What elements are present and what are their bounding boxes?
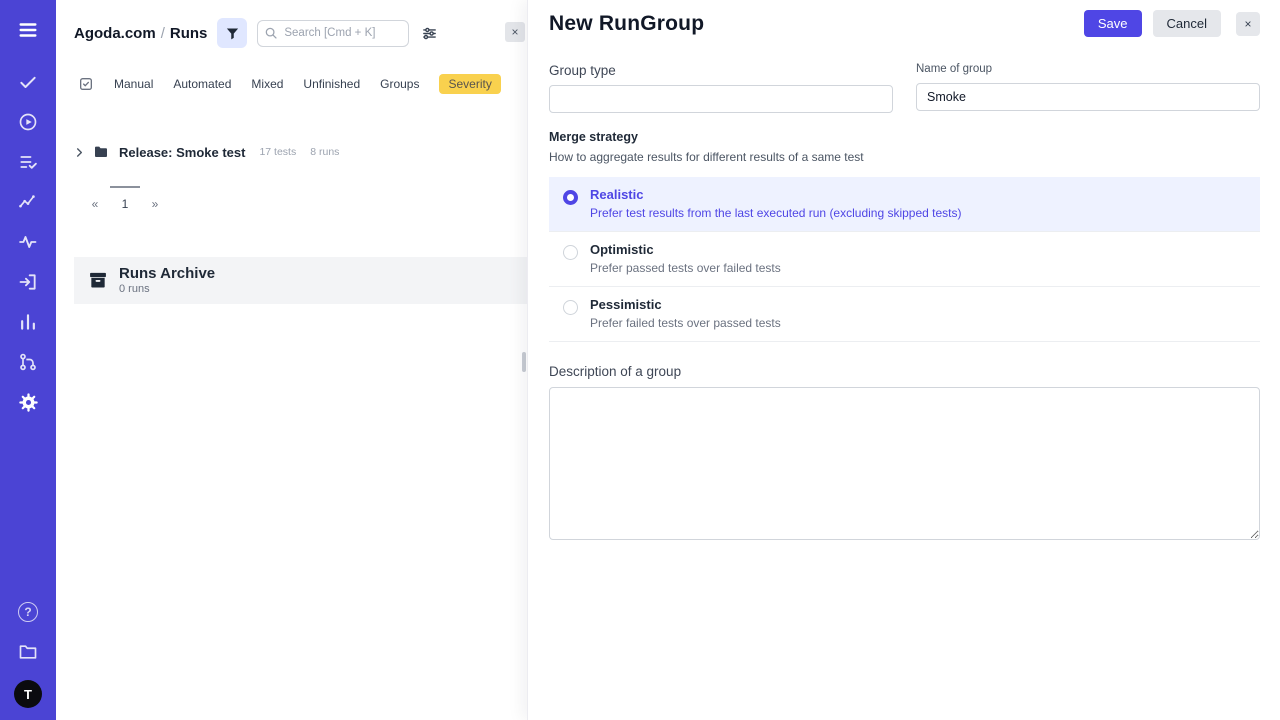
run-group-title[interactable]: Release: Smoke test [119, 145, 245, 160]
strategy-description: Prefer test results from the last execut… [590, 206, 962, 220]
runs-filter-tabs: Manual Automated Mixed Unfinished Groups… [56, 48, 527, 94]
group-type-label: Group type [549, 63, 893, 78]
strategy-description: Prefer passed tests over failed tests [590, 261, 781, 275]
git-branch-icon[interactable] [12, 346, 44, 378]
archive-box-icon [88, 270, 108, 290]
strategy-text: Pessimistic Prefer failed tests over pas… [590, 297, 781, 330]
tab-groups[interactable]: Groups [380, 77, 419, 91]
name-field: Name of group [916, 63, 1260, 113]
drawer-header: New RunGroup Save Cancel × [549, 10, 1260, 37]
pagination-prev[interactable]: « [80, 186, 110, 211]
tab-unfinished[interactable]: Unfinished [303, 77, 360, 91]
chevron-right-icon[interactable] [74, 147, 85, 158]
reports-bar-chart-icon[interactable] [12, 306, 44, 338]
runs-panel-close-button[interactable]: × [505, 22, 525, 42]
description-label: Description of a group [549, 364, 1260, 379]
drawer-close-button[interactable]: × [1236, 12, 1260, 36]
archive-subtitle: 0 runs [119, 283, 215, 295]
radio-selected-icon[interactable] [563, 190, 578, 205]
import-icon[interactable] [12, 266, 44, 298]
breadcrumb: Agoda.com/Runs [74, 25, 207, 42]
save-button[interactable]: Save [1084, 10, 1142, 37]
strategy-text: Optimistic Prefer passed tests over fail… [590, 242, 781, 275]
sidebar: ? T [0, 0, 56, 720]
select-runs-icon[interactable] [78, 76, 94, 92]
pagination-next[interactable]: » [140, 186, 170, 211]
run-group-tree-row[interactable]: Release: Smoke test 17 tests 8 runs [56, 140, 527, 164]
strategy-title: Optimistic [590, 242, 781, 257]
pagination-page-1[interactable]: 1 [110, 186, 140, 211]
sidebar-nav [12, 66, 44, 418]
strategy-title: Pessimistic [590, 297, 781, 312]
group-type-field: Group type [549, 63, 893, 113]
breadcrumb-separator: / [156, 25, 170, 42]
help-icon[interactable]: ? [12, 596, 44, 628]
tab-mixed[interactable]: Mixed [251, 77, 283, 91]
test-plans-icon[interactable] [12, 146, 44, 178]
description-textarea[interactable] [549, 387, 1260, 540]
runs-panel: Agoda.com/Runs × Manual [56, 0, 527, 720]
name-of-group-label: Name of group [916, 63, 1260, 75]
tab-manual[interactable]: Manual [114, 77, 153, 91]
settings-gear-icon[interactable] [12, 386, 44, 418]
new-rungroup-drawer: New RunGroup Save Cancel × Group type Na… [527, 0, 1280, 720]
run-group-runs-count: 8 runs [310, 146, 339, 158]
archive-title: Runs Archive [119, 265, 215, 282]
group-type-input[interactable] [549, 85, 893, 113]
activity-pulse-icon[interactable] [12, 226, 44, 258]
run-group-tests-count: 17 tests [259, 146, 296, 158]
tests-check-icon[interactable] [12, 66, 44, 98]
tab-severity-badge[interactable]: Severity [439, 74, 500, 94]
folder-icon [93, 144, 109, 160]
cancel-button[interactable]: Cancel [1153, 10, 1221, 37]
name-of-group-input[interactable] [916, 83, 1260, 111]
strategy-text: Realistic Prefer test results from the l… [590, 187, 962, 220]
drawer-actions: Save Cancel × [1084, 10, 1260, 37]
panel-scrollbar-thumb[interactable] [522, 352, 526, 372]
strategy-option-optimistic[interactable]: Optimistic Prefer passed tests over fail… [549, 232, 1260, 287]
sidebar-bottom: ? T [12, 596, 44, 708]
form-top-grid: Group type Name of group [549, 63, 1260, 113]
merge-strategy-options: Realistic Prefer test results from the l… [549, 177, 1260, 342]
search-input[interactable] [257, 20, 409, 47]
funnel-icon [225, 26, 240, 41]
adjustments-sliders-icon[interactable] [419, 23, 440, 44]
strategy-title: Realistic [590, 187, 962, 202]
strategy-option-realistic[interactable]: Realistic Prefer test results from the l… [549, 177, 1260, 232]
merge-strategy-label: Merge strategy [549, 130, 1260, 144]
pagination: « 1 » [80, 186, 527, 211]
archive-text: Runs Archive 0 runs [119, 265, 215, 295]
hamburger-menu-icon[interactable] [12, 14, 44, 46]
radio-unselected-icon[interactable] [563, 245, 578, 260]
search-icon [264, 26, 278, 45]
tab-automated[interactable]: Automated [173, 77, 231, 91]
strategy-option-pessimistic[interactable]: Pessimistic Prefer failed tests over pas… [549, 287, 1260, 342]
runs-play-icon[interactable] [12, 106, 44, 138]
runs-header: Agoda.com/Runs [56, 0, 527, 48]
runs-archive-row[interactable]: Runs Archive 0 runs [74, 257, 527, 304]
radio-unselected-icon[interactable] [563, 300, 578, 315]
filter-button[interactable] [217, 18, 247, 48]
app-root: ? T Agoda.com/Runs [0, 0, 1280, 720]
breadcrumb-project[interactable]: Agoda.com [74, 25, 156, 42]
strategy-description: Prefer failed tests over passed tests [590, 316, 781, 330]
search-box [257, 20, 409, 47]
page-title: New RunGroup [549, 12, 704, 36]
merge-strategy-help: How to aggregate results for different r… [549, 150, 1260, 164]
analytics-line-icon[interactable] [12, 186, 44, 218]
breadcrumb-page[interactable]: Runs [170, 25, 208, 42]
user-avatar[interactable]: T [14, 680, 42, 708]
projects-folder-icon[interactable] [12, 636, 44, 668]
help-question-glyph: ? [18, 602, 38, 622]
